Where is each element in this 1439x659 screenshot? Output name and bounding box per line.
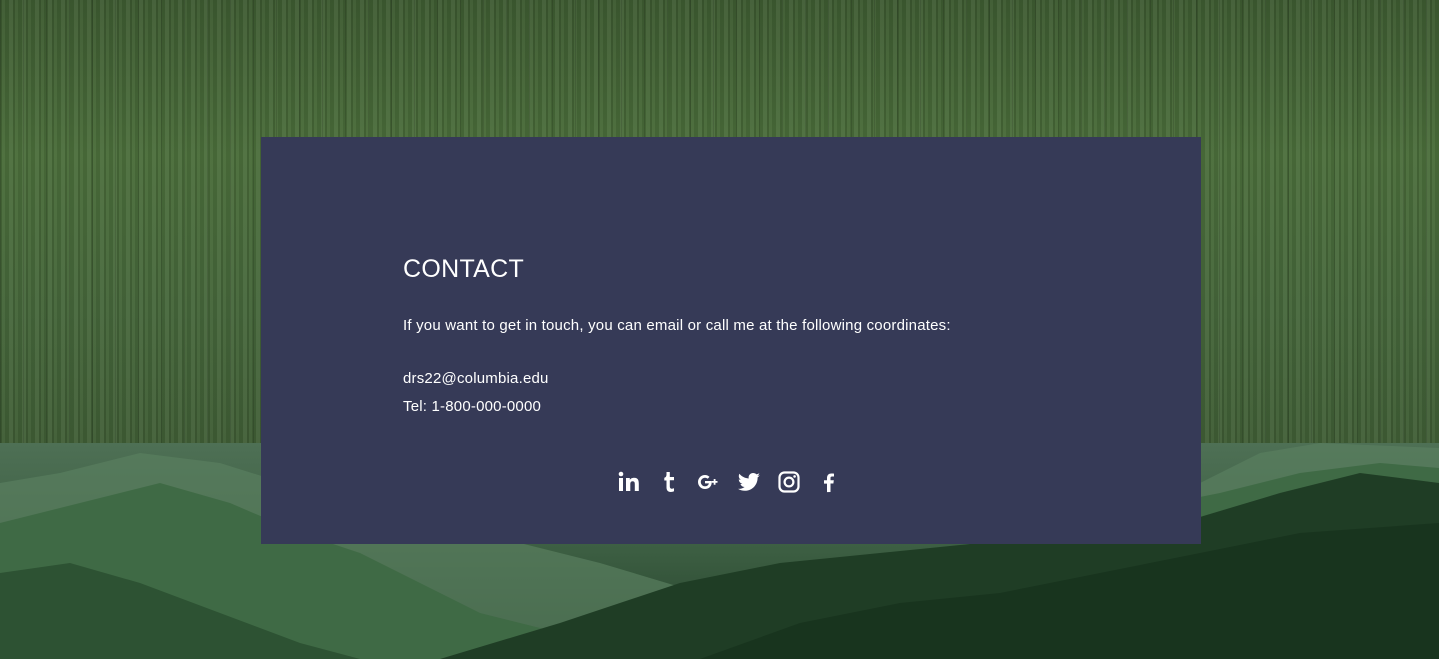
- google-plus-link[interactable]: [697, 470, 721, 494]
- google-plus-icon: [698, 475, 718, 489]
- contact-intro-text: If you want to get in touch, you can ema…: [403, 317, 951, 334]
- facebook-icon: [824, 473, 834, 493]
- instagram-link[interactable]: [777, 470, 801, 494]
- page: CONTACT If you want to get in touch, you…: [0, 0, 1439, 659]
- contact-title: CONTACT: [403, 255, 525, 283]
- tumblr-icon: [664, 472, 674, 492]
- linkedin-link[interactable]: [617, 470, 641, 494]
- twitter-icon: [737, 473, 760, 491]
- instagram-icon: [778, 471, 800, 493]
- tumblr-link[interactable]: [657, 470, 681, 494]
- linkedin-icon: [618, 471, 639, 491]
- facebook-link[interactable]: [817, 470, 841, 494]
- twitter-link[interactable]: [737, 470, 761, 494]
- contact-email-link[interactable]: drs22@columbia.edu: [403, 370, 549, 387]
- contact-phone: Tel: 1-800-000-0000: [403, 398, 542, 415]
- social-links-bar: [617, 470, 841, 494]
- contact-card: CONTACT If you want to get in touch, you…: [261, 137, 1201, 544]
